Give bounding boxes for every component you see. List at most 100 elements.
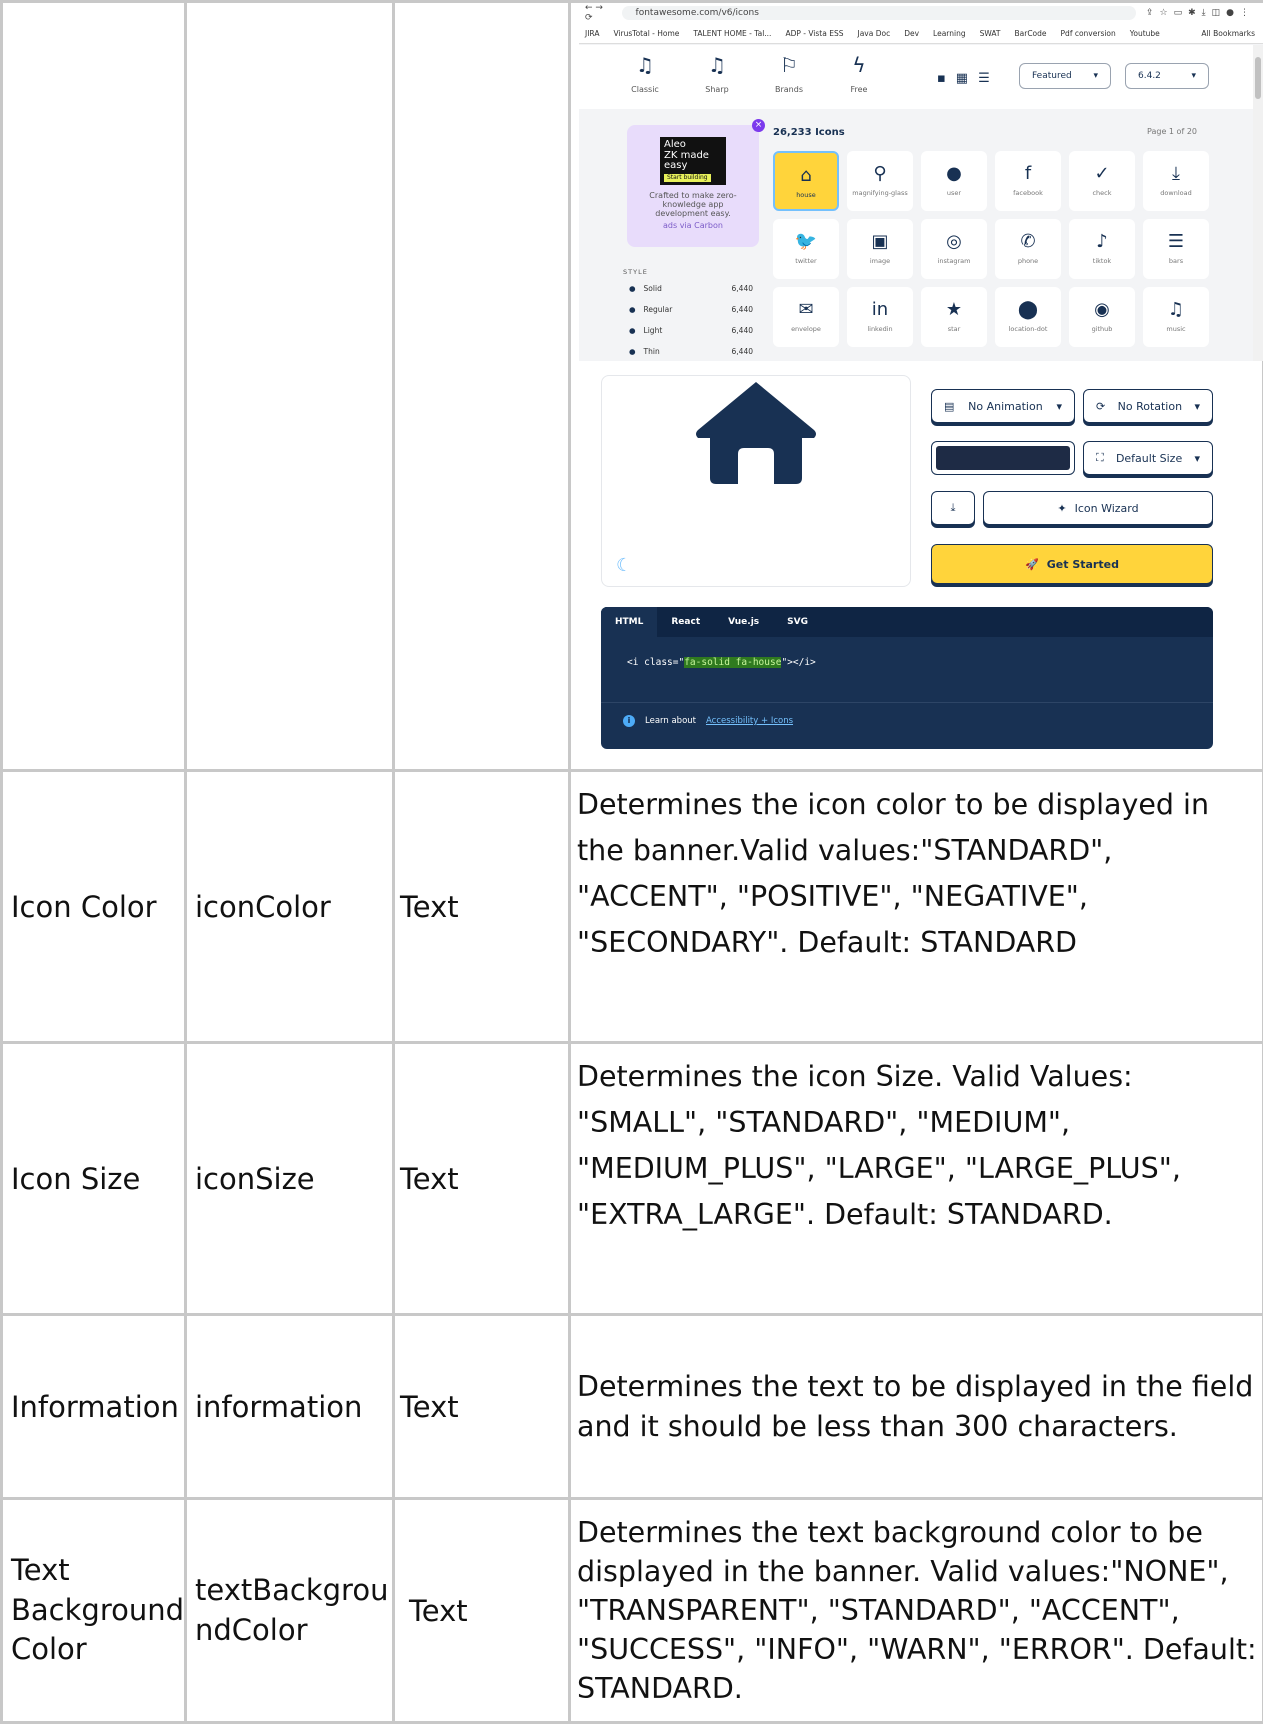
music-icon: ♫ bbox=[1143, 299, 1209, 325]
icon-tile[interactable]: ♪tiktok bbox=[1069, 219, 1135, 279]
icon-tile[interactable]: ⤓download bbox=[1143, 151, 1209, 211]
icon-tile[interactable]: inlinkedin bbox=[847, 287, 913, 347]
icon-tile[interactable]: ✆phone bbox=[995, 219, 1061, 279]
code-snippet[interactable]: <i class="fa-solid fa-house"></i> bbox=[601, 637, 1213, 703]
bookmark-item[interactable]: Pdf conversion bbox=[1061, 29, 1116, 38]
icon-tile[interactable]: ★star bbox=[921, 287, 987, 347]
style-filter-row[interactable]: Regular6,440 bbox=[623, 305, 753, 314]
icon-count: 26,233 Icons bbox=[773, 127, 845, 138]
rotation-select[interactable]: ⟳No Rotation▾ bbox=[1083, 389, 1213, 423]
icon-label: location-dot bbox=[1009, 325, 1048, 333]
bookmark-item[interactable]: BarCode bbox=[1015, 29, 1047, 38]
page-indicator: Page 1 of 20 bbox=[1147, 127, 1197, 136]
table-row: ← → ⟳ fontawesome.com/v6/icons ⇪☆▭✱⤓◫●⋮ … bbox=[2, 2, 1263, 771]
screenshot-cell: ← → ⟳ fontawesome.com/v6/icons ⇪☆▭✱⤓◫●⋮ … bbox=[570, 2, 1263, 771]
bookmark-item[interactable]: Java Doc bbox=[857, 29, 890, 38]
code-tab[interactable]: SVG bbox=[773, 607, 822, 637]
style-filter-row[interactable]: Thin6,440 bbox=[623, 347, 753, 356]
param-name: Information bbox=[2, 1315, 186, 1499]
icon-label: magnifying-glass bbox=[852, 189, 907, 197]
bookmark-item[interactable]: SWAT bbox=[980, 29, 1001, 38]
get-started-button[interactable]: 🚀Get Started bbox=[931, 544, 1213, 584]
close-icon[interactable]: × bbox=[752, 119, 765, 132]
icon-tile[interactable]: ffacebook bbox=[995, 151, 1061, 211]
all-bookmarks[interactable]: All Bookmarks bbox=[1201, 29, 1263, 38]
icon-tile[interactable]: ♫music bbox=[1143, 287, 1209, 347]
bookmark-item[interactable]: Dev bbox=[904, 29, 919, 38]
bookmark-item[interactable]: TALENT HOME - Tal... bbox=[693, 29, 771, 38]
param-name: Icon Color bbox=[2, 771, 186, 1043]
accessibility-note: iLearn aboutAccessibility + Icons bbox=[601, 703, 1213, 739]
empty-cell bbox=[394, 2, 570, 771]
icon-tile[interactable]: ◉github bbox=[1069, 287, 1135, 347]
browser-tools-icon[interactable]: ⇪☆▭✱⤓◫●⋮ bbox=[1146, 8, 1263, 18]
style-count: 6,440 bbox=[732, 284, 753, 293]
icon-tile[interactable]: ☰bars bbox=[1143, 219, 1209, 279]
info-icon: i bbox=[623, 715, 635, 727]
parameter-table: ← → ⟳ fontawesome.com/v6/icons ⇪☆▭✱⤓◫●⋮ … bbox=[0, 0, 1263, 1724]
icon-label: phone bbox=[1018, 257, 1038, 265]
param-description: Determines the text background color to … bbox=[570, 1499, 1263, 1723]
download-button[interactable]: ⤓ bbox=[931, 491, 975, 525]
moon-icon[interactable]: ☾ bbox=[616, 555, 632, 576]
param-type: Text bbox=[394, 771, 570, 1043]
style-filter-row[interactable]: Light6,440 bbox=[623, 326, 753, 335]
bookmark-item[interactable]: JIRA bbox=[585, 29, 599, 38]
bookmark-item[interactable]: VirusTotal - Home bbox=[613, 29, 679, 38]
style-classic[interactable]: ♫Classic bbox=[615, 53, 675, 94]
param-description: Determines the text to be displayed in t… bbox=[570, 1315, 1263, 1499]
animation-select[interactable]: ▤No Animation▾ bbox=[931, 389, 1075, 423]
style-count: 6,440 bbox=[732, 347, 753, 356]
scrollbar-thumb[interactable] bbox=[1255, 57, 1261, 99]
icon-label: user bbox=[947, 189, 961, 197]
icon-tile[interactable]: ✓check bbox=[1069, 151, 1135, 211]
scrollbar[interactable] bbox=[1253, 45, 1263, 361]
icon-label: linkedin bbox=[867, 325, 892, 333]
style-sharp[interactable]: ♫Sharp bbox=[687, 53, 747, 94]
caret-down-icon: ▾ bbox=[1194, 400, 1200, 413]
github-icon: ◉ bbox=[1069, 299, 1135, 325]
icon-label: github bbox=[1092, 325, 1113, 333]
style-brands[interactable]: ⚐Brands bbox=[759, 53, 819, 94]
icon-tile[interactable]: ⬤location-dot bbox=[995, 287, 1061, 347]
icon-tile[interactable]: 🐦twitter bbox=[773, 219, 839, 279]
table-row: Icon Size iconSize Text Determines the i… bbox=[2, 1043, 1263, 1315]
icon-label: tiktok bbox=[1093, 257, 1111, 265]
code-tab[interactable]: HTML bbox=[601, 607, 657, 637]
bookmark-item[interactable]: ADP - Vista ESS bbox=[785, 29, 843, 38]
sort-select[interactable]: Featured▾ bbox=[1019, 63, 1111, 89]
icon-tile[interactable]: ⌂house bbox=[773, 151, 839, 211]
code-tab[interactable]: React bbox=[657, 607, 714, 637]
param-type: Text bbox=[394, 1315, 570, 1499]
style-filter-row[interactable]: Solid6,440 bbox=[623, 284, 753, 293]
icon-tile[interactable]: ✉envelope bbox=[773, 287, 839, 347]
bookmark-item[interactable]: Youtube bbox=[1130, 29, 1160, 38]
house-icon bbox=[694, 378, 818, 488]
location-dot-icon: ⬤ bbox=[995, 299, 1061, 325]
version-select[interactable]: 6.4.2▾ bbox=[1125, 63, 1209, 89]
empty-cell bbox=[186, 2, 394, 771]
back-forward-icon[interactable]: ← → ⟳ bbox=[585, 3, 612, 23]
user-icon: ● bbox=[921, 163, 987, 189]
param-name: Icon Size bbox=[2, 1043, 186, 1315]
icon-tile[interactable]: ◎instagram bbox=[921, 219, 987, 279]
param-key: iconColor bbox=[186, 771, 394, 1043]
color-swatch[interactable] bbox=[931, 441, 1075, 475]
param-key: information bbox=[186, 1315, 394, 1499]
caret-down-icon: ▾ bbox=[1093, 71, 1098, 81]
carbon-ad[interactable]: × Aleo ZK made easy Start building Craft… bbox=[627, 125, 759, 247]
style-free[interactable]: ϟFree bbox=[829, 53, 889, 94]
icon-label: house bbox=[796, 191, 816, 199]
rocket-icon: 🚀 bbox=[1025, 558, 1039, 571]
size-select[interactable]: ⛶Default Size▾ bbox=[1083, 441, 1213, 475]
icon-tile[interactable]: ●user bbox=[921, 151, 987, 211]
code-tab[interactable]: Vue.js bbox=[714, 607, 773, 637]
bookmark-item[interactable]: Learning bbox=[933, 29, 966, 38]
icon-tile[interactable]: ⚲magnifying-glass bbox=[847, 151, 913, 211]
icon-wizard-button[interactable]: ✦Icon Wizard bbox=[983, 491, 1213, 525]
icon-tile[interactable]: ▣image bbox=[847, 219, 913, 279]
view-toggle-icon[interactable]: ▪▦☰ bbox=[937, 71, 1000, 86]
url-field[interactable]: fontawesome.com/v6/icons bbox=[622, 6, 1136, 20]
icon-preview: ☾ bbox=[601, 375, 911, 587]
icon-label: facebook bbox=[1013, 189, 1043, 197]
